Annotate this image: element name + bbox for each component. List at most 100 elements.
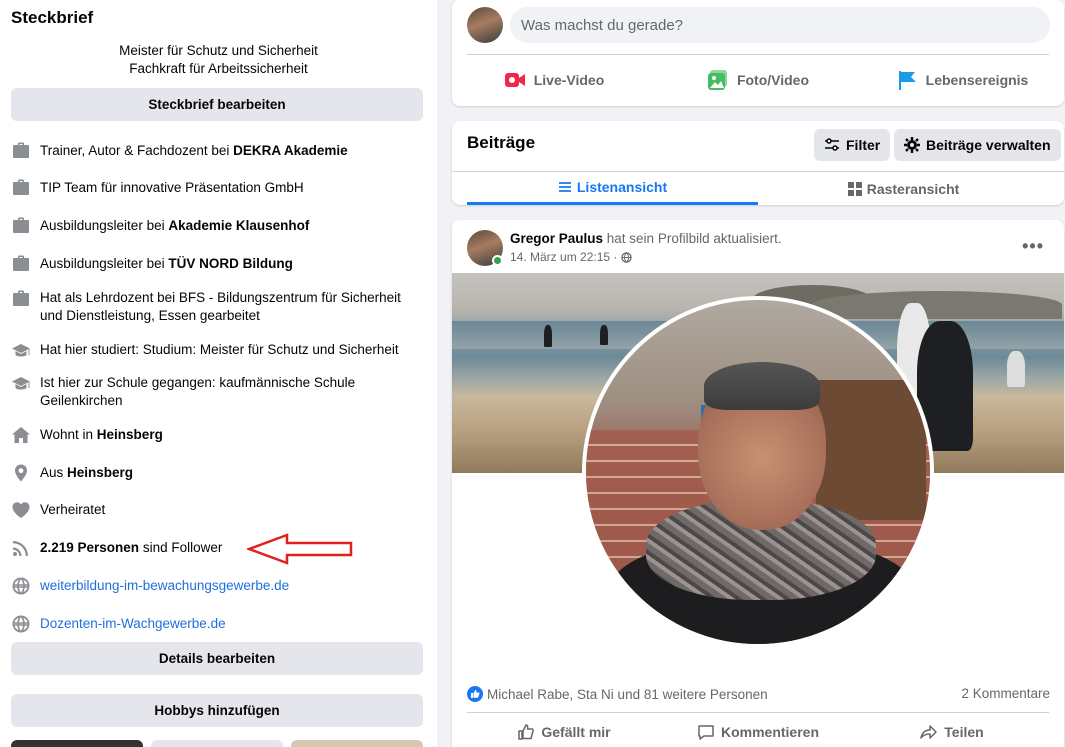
website-link-row: weiterbildung-im-bewachungsgewerbe.de (11, 576, 426, 596)
intro-item-bold[interactable]: TÜV NORD Bildung (168, 256, 293, 271)
intro-item: Wohnt in Heinsberg (11, 425, 426, 445)
intro-item: Ausbildungsleiter bei TÜV NORD Bildung (11, 254, 426, 274)
intro-item-pre: Ist hier zur Schule gegangen: kaufmännis… (40, 375, 356, 408)
gear-icon (904, 137, 920, 153)
online-indicator (492, 255, 503, 266)
add-hobbies-button[interactable]: Hobbys hinzufügen (11, 694, 423, 727)
intro-item-text: Trainer, Autor & Fachdozent bei DEKRA Ak… (40, 142, 348, 160)
intro-item-text: Wohnt in Heinsberg (40, 426, 163, 444)
status-input[interactable]: Was machst du gerade? (510, 7, 1050, 43)
website-link-row: Dozenten-im-Wachgewerbe.de (11, 614, 426, 634)
photo-icon (707, 70, 727, 90)
comment-icon (698, 725, 714, 740)
annotation-arrow (247, 533, 353, 565)
life-event-button[interactable]: Lebensereignis (860, 62, 1064, 98)
sliders-icon (825, 138, 839, 151)
graduation-cap-icon (11, 341, 31, 361)
like-reaction-icon (467, 686, 483, 702)
featured-thumb[interactable] (11, 740, 143, 747)
intro-item-text: TIP Team für innovative Präsentation Gmb… (40, 179, 304, 197)
edit-bio-button[interactable]: Steckbrief bearbeiten (11, 88, 423, 121)
intro-item-bold[interactable]: Heinsberg (67, 465, 133, 480)
intro-item: TIP Team für innovative Präsentation Gmb… (11, 178, 426, 198)
post-timestamp[interactable]: 14. März um 22:15 · (510, 250, 617, 264)
grid-icon (847, 181, 862, 196)
briefcase-icon (11, 289, 31, 309)
list-icon (558, 182, 571, 192)
intro-item: 2.219 Personen sind Follower (11, 538, 426, 558)
divider (467, 712, 1049, 713)
more-options-icon[interactable]: ••• (1022, 236, 1044, 257)
featured-thumb[interactable] (291, 740, 423, 747)
share-button[interactable]: Teilen (855, 717, 1049, 747)
intro-item-text: 2.219 Personen sind Follower (40, 539, 222, 557)
posts-header: Beiträge Filter Beiträge verwalten Liste… (452, 121, 1064, 205)
intro-item-pre: Hat als Lehrdozent bei BFS - Bildungszen… (40, 290, 401, 323)
intro-item-pre: Verheiratet (40, 502, 106, 517)
intro-item-bold[interactable]: DEKRA Akademie (233, 143, 348, 158)
flag-icon (898, 71, 916, 90)
like-button[interactable]: Gefällt mir (467, 717, 661, 747)
featured-thumbnails (11, 740, 423, 747)
intro-item-pre: Wohnt in (40, 427, 97, 442)
comment-button[interactable]: Kommentieren (661, 717, 855, 747)
likes-text: Michael Rabe, Sta Ni und 81 weitere Pers… (487, 686, 768, 702)
intro-item-pre: Aus (40, 465, 68, 480)
photo-video-button[interactable]: Foto/Video (656, 62, 860, 98)
tab-grid-label: Rasteransicht (866, 180, 960, 197)
tab-list-view[interactable]: Listenansicht (467, 172, 758, 205)
share-label: Teilen (944, 724, 984, 740)
intro-panel: Steckbrief Meister für Schutz und Sicher… (0, 0, 437, 747)
edit-details-button[interactable]: Details bearbeiten (11, 642, 423, 675)
globe-icon (621, 251, 633, 263)
intro-item: Ausbildungsleiter bei Akademie Klausenho… (11, 216, 426, 236)
intro-item-pre: TIP Team für innovative Präsentation Gmb… (40, 180, 304, 195)
intro-title: Steckbrief (11, 8, 94, 27)
filter-label: Filter (846, 137, 881, 153)
post-action: hat sein Profilbild aktualisiert. (603, 231, 782, 246)
website-link[interactable]: Dozenten-im-Wachgewerbe.de (40, 615, 226, 633)
tab-grid-view[interactable]: Rasteransicht (758, 172, 1049, 205)
thumbs-up-icon (518, 724, 535, 740)
website-link[interactable]: weiterbildung-im-bewachungsgewerbe.de (40, 577, 289, 595)
intro-item-text: Aus Heinsberg (40, 464, 133, 482)
reactions-summary[interactable]: Michael Rabe, Sta Ni und 81 weitere Pers… (467, 686, 768, 702)
manage-posts-button[interactable]: Beiträge verwalten (894, 129, 1061, 161)
shelf (816, 380, 926, 520)
hair-shape (704, 362, 820, 410)
author-name[interactable]: Gregor Paulus (510, 231, 603, 246)
briefcase-icon (11, 216, 31, 236)
comments-count[interactable]: 2 Kommentare (961, 686, 1050, 701)
intro-item-bold[interactable]: Akademie Klausenhof (168, 218, 309, 233)
intro-item-text: Hat als Lehrdozent bei BFS - Bildungszen… (40, 289, 426, 325)
heart-icon (11, 500, 31, 520)
bio-text: Meister für Schutz und Sicherheit Fachkr… (0, 42, 437, 78)
intro-item-text: Hat hier studiert: Studium: Meister für … (40, 341, 399, 359)
intro-item: Aus Heinsberg (11, 463, 426, 483)
globe-icon (11, 576, 31, 596)
intro-item: Hat als Lehrdozent bei BFS - Bildungszen… (11, 289, 426, 325)
intro-item-pre: Hat hier studiert: Studium: Meister für … (40, 342, 399, 357)
intro-item: Verheiratet (11, 500, 426, 520)
featured-thumb[interactable] (151, 740, 283, 747)
divider (467, 54, 1049, 55)
rss-icon (11, 538, 31, 558)
profile-picture[interactable] (582, 296, 934, 648)
bio-line-1: Meister für Schutz und Sicherheit (119, 43, 318, 58)
avatar[interactable] (467, 7, 503, 43)
intro-item-text: Ausbildungsleiter bei Akademie Klausenho… (40, 217, 309, 235)
post-card: Gregor Paulus hat sein Profilbild aktual… (452, 220, 1064, 747)
post-meta: 14. März um 22:15 · (510, 250, 633, 264)
graduation-cap-icon (11, 374, 31, 394)
briefcase-icon (11, 254, 31, 274)
intro-item-bold[interactable]: 2.219 Personen (40, 540, 139, 555)
live-video-icon (504, 73, 525, 87)
share-icon (920, 725, 938, 739)
intro-item-bold[interactable]: Heinsberg (97, 427, 163, 442)
person-shape (544, 325, 552, 347)
filter-button[interactable]: Filter (814, 129, 891, 161)
live-video-button[interactable]: Live-Video (452, 62, 656, 98)
person-shape (600, 325, 608, 345)
briefcase-icon (11, 178, 31, 198)
post-header-text: Gregor Paulus hat sein Profilbild aktual… (510, 231, 782, 246)
